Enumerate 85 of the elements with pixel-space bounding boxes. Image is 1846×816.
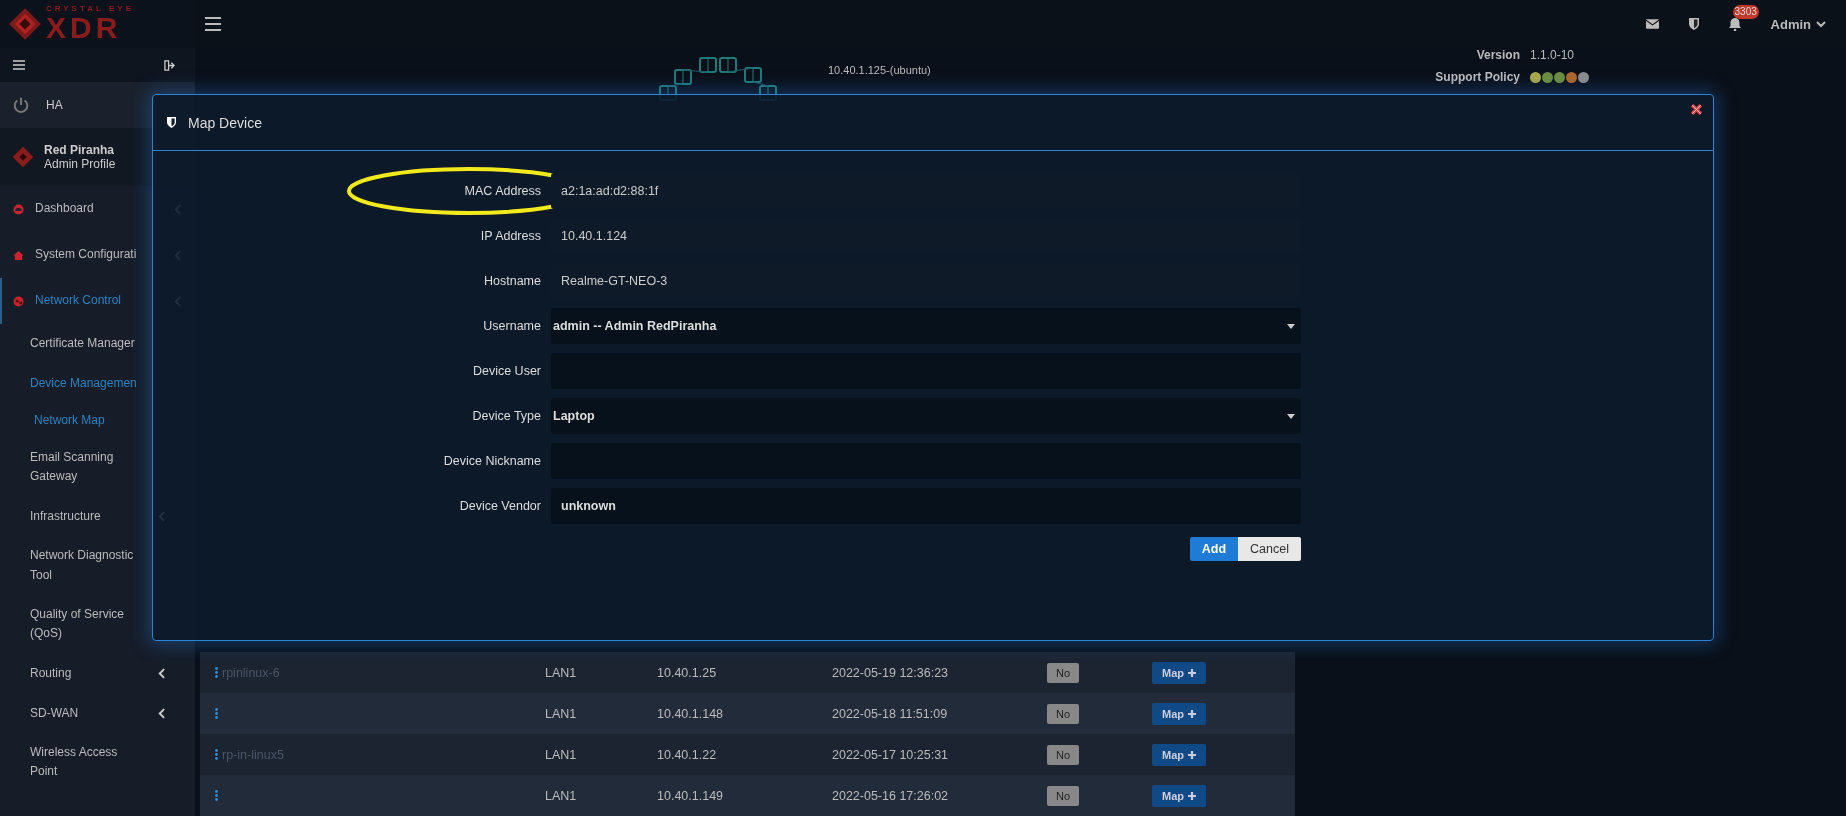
chevron-icon bbox=[158, 667, 165, 679]
cancel-button[interactable]: Cancel bbox=[1238, 537, 1301, 561]
support-policy-label: Support Policy bbox=[1434, 70, 1520, 84]
menu-icon[interactable] bbox=[205, 17, 221, 31]
mapped-status: No bbox=[1047, 785, 1080, 806]
table-cell-text: 2022-05-19 12:36:23 bbox=[832, 665, 950, 680]
table-cell-text: 2022-05-17 10:25:31 bbox=[832, 747, 950, 762]
plus-icon bbox=[1188, 791, 1196, 800]
table-cell-text: 2022-05-18 11:51:09 bbox=[832, 706, 949, 721]
caret-down-icon bbox=[1287, 413, 1295, 419]
nav-item[interactable]: Network Map bbox=[34, 411, 105, 431]
nav-item[interactable]: Certificate Manager bbox=[30, 334, 135, 354]
ha-label: HA bbox=[46, 98, 63, 112]
mapped-status: No bbox=[1047, 744, 1080, 765]
field-label: Device Nickname bbox=[443, 454, 541, 468]
nav-item[interactable]: Network Diagnostic Tool bbox=[30, 546, 148, 585]
nav-item[interactable]: Wireless Access Point bbox=[30, 743, 148, 782]
mail-icon[interactable] bbox=[1645, 19, 1659, 29]
table-cell-text: 2022-05-16 17:26:02 bbox=[832, 788, 950, 803]
profile-name: Red Piranha bbox=[44, 142, 116, 157]
user-menu[interactable]: Admin bbox=[1770, 16, 1826, 32]
field-label: Device Type bbox=[472, 409, 541, 423]
field-label: IP Address bbox=[480, 229, 541, 243]
field-label: Hostname bbox=[484, 274, 541, 288]
nav-item[interactable]: Device Managemen bbox=[30, 374, 137, 394]
vertical-dots-icon[interactable] bbox=[215, 708, 218, 719]
house-icon bbox=[13, 249, 24, 261]
vertical-dots-icon[interactable] bbox=[215, 790, 218, 801]
table-cell-text: 10.40.1.148 bbox=[657, 706, 725, 721]
plus-icon bbox=[1188, 668, 1196, 677]
power-icon[interactable] bbox=[12, 96, 30, 114]
profile-role: Admin Profile bbox=[44, 157, 116, 172]
nav-item[interactable]: Dashboard bbox=[35, 199, 94, 219]
table-cell-text: LAN1 bbox=[545, 706, 578, 721]
vertical-dots-icon[interactable] bbox=[215, 667, 218, 678]
chevron-icon bbox=[158, 707, 165, 719]
map-button[interactable]: Map bbox=[1152, 661, 1206, 684]
gauge-icon bbox=[13, 203, 24, 215]
table-cell-text: 10.40.1.22 bbox=[657, 747, 718, 762]
brand-name: XDR bbox=[46, 13, 123, 43]
vertical-dots-icon[interactable] bbox=[215, 749, 218, 760]
plus-icon bbox=[1188, 709, 1196, 718]
field-label: Username bbox=[483, 319, 541, 333]
chevron-down-icon bbox=[1816, 20, 1826, 28]
table-cell-text: 10.40.1.149 bbox=[657, 788, 725, 803]
mapped-status: No bbox=[1047, 662, 1080, 683]
caret-down-icon bbox=[1287, 323, 1295, 329]
nav-item[interactable]: Network Control bbox=[35, 291, 122, 311]
mapped-status: No bbox=[1047, 703, 1080, 724]
table-cell-text: LAN1 bbox=[545, 788, 578, 803]
field-label: MAC Address bbox=[464, 184, 541, 198]
nav-item[interactable]: Email Scanning Gateway bbox=[30, 448, 148, 487]
shield-icon bbox=[167, 117, 176, 128]
add-button[interactable]: Add bbox=[1189, 537, 1239, 561]
nav-item[interactable]: Quality of Service (QoS) bbox=[30, 604, 148, 644]
map-node-label: 10.40.1.125-(ubuntu) bbox=[828, 64, 931, 76]
version-label: Version bbox=[1475, 48, 1520, 62]
nav-item[interactable]: Infrastructure bbox=[30, 506, 101, 526]
globe-icon bbox=[13, 295, 24, 307]
bell-icon[interactable] bbox=[1728, 17, 1741, 31]
field-label: Device User bbox=[472, 364, 541, 378]
nav-item[interactable]: Routing bbox=[30, 663, 72, 683]
map-button[interactable]: Map bbox=[1152, 702, 1206, 725]
nav-item[interactable]: System Configurati bbox=[35, 245, 137, 265]
version-value: 1.1.0-10 bbox=[1530, 48, 1576, 62]
table-cell-text: LAN1 bbox=[545, 747, 578, 762]
menu-icon[interactable] bbox=[13, 60, 25, 70]
field-label: Device Vendor bbox=[459, 499, 541, 513]
notification-count: 3303 bbox=[1732, 4, 1759, 19]
table-cell-text: 10.40.1.25 bbox=[657, 665, 718, 680]
close-icon[interactable] bbox=[1690, 103, 1703, 116]
brand-tagline: CRYSTAL EYE bbox=[46, 5, 134, 13]
shield-icon[interactable] bbox=[1688, 18, 1699, 30]
map-button[interactable]: Map bbox=[1152, 784, 1206, 807]
nav-item[interactable]: SD-WAN bbox=[30, 703, 79, 723]
diamond-logo-icon bbox=[8, 7, 42, 41]
select-field[interactable]: Laptop bbox=[551, 398, 1301, 434]
map-button[interactable]: Map bbox=[1152, 743, 1206, 766]
sign-out-icon[interactable] bbox=[164, 59, 175, 71]
table-cell-text: LAN1 bbox=[545, 665, 578, 680]
select-field[interactable]: admin -- Admin RedPiranha bbox=[551, 308, 1301, 344]
dialog-title: Map Device bbox=[188, 114, 262, 131]
diamond-logo-icon bbox=[12, 146, 34, 168]
plus-icon bbox=[1188, 750, 1196, 759]
input-field[interactable]: unknown bbox=[551, 488, 1301, 524]
